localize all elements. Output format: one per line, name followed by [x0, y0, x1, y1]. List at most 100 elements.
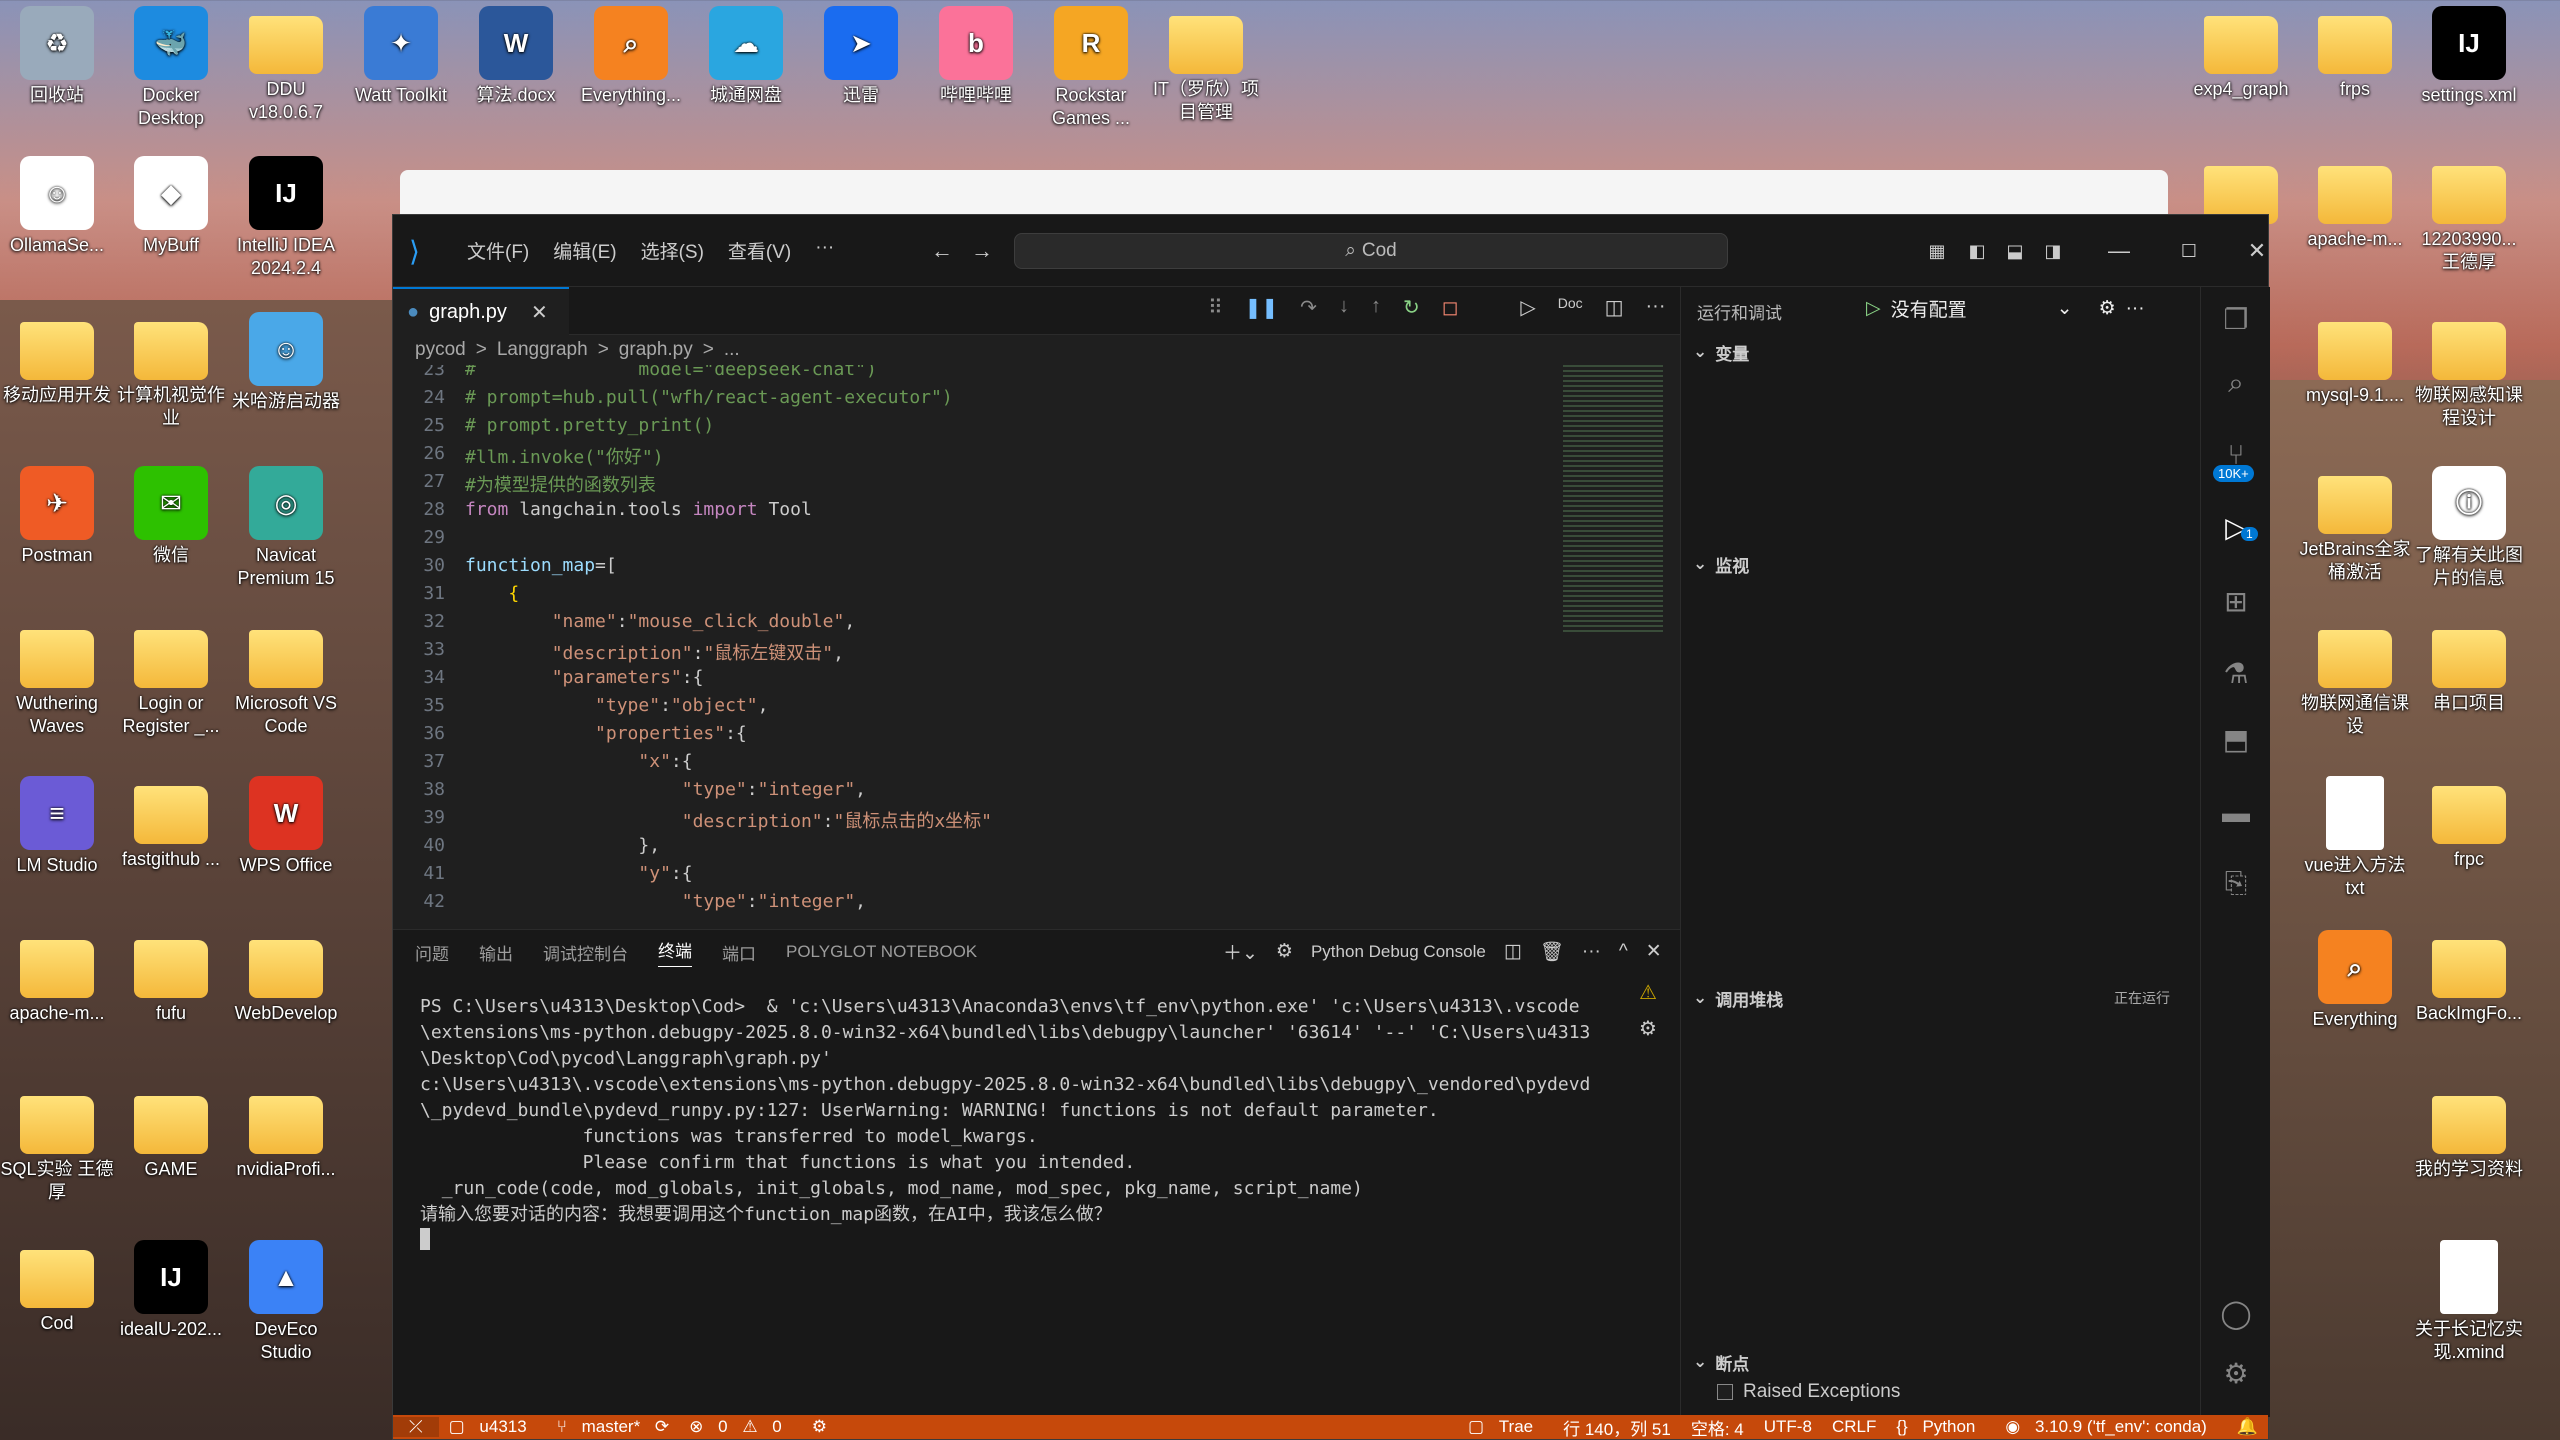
desktop-icon[interactable]: IJ IntelliJ IDEA 2024.2.4 — [229, 156, 343, 280]
copilot-icon[interactable]: ⎘ — [2218, 865, 2254, 901]
section-variables[interactable]: ⌄ 变量 — [1681, 337, 2200, 367]
panel-tab[interactable]: 输出 — [479, 940, 513, 965]
panel-tab[interactable]: 终端 — [658, 937, 692, 967]
code-line[interactable]: "name":"mouse_click_double", — [465, 611, 855, 632]
desktop-icon[interactable]: ⌕ Everything... — [574, 6, 688, 107]
desktop-icon[interactable]: ➤ 迅雷 — [804, 6, 918, 107]
split-editor-icon[interactable]: ◫ — [1605, 295, 1624, 320]
panel-tab[interactable]: 问题 — [415, 940, 449, 965]
desktop-icon[interactable]: W 算法.docx — [459, 6, 573, 107]
layout-icon[interactable]: ▦ — [1919, 233, 1955, 269]
desktop-icon[interactable]: Login or Register _... — [114, 620, 228, 738]
new-terminal-icon[interactable]: ＋⌄ — [1223, 938, 1258, 965]
panel-tab[interactable]: POLYGLOT NOTEBOOK — [786, 942, 977, 962]
desktop-icon[interactable]: ☺ OllamaSe... — [0, 156, 114, 257]
extensions-icon[interactable]: ⊞ — [2218, 583, 2254, 619]
status-interpreter[interactable]: ◉ 3.10.9 ('tf_env': conda) — [1995, 1417, 2226, 1437]
desktop-icon[interactable]: ⌕ Everything — [2298, 930, 2412, 1031]
code-line[interactable]: "description":"鼠标点击的x坐标" — [465, 807, 992, 833]
desktop-icon[interactable]: ✦ Watt Toolkit — [344, 6, 458, 107]
restart-icon[interactable]: ↻ — [1403, 295, 1420, 320]
code-line[interactable]: }, — [465, 835, 660, 856]
split-terminal-icon[interactable]: ◫ — [1504, 940, 1522, 963]
desktop-icon[interactable]: BackImgFo... — [2412, 930, 2526, 1025]
code-line[interactable]: # prompt.pretty_print() — [465, 415, 714, 436]
maximize-icon[interactable]: ☐ — [2171, 233, 2207, 269]
terminal-view-icon[interactable]: ▬ — [2218, 795, 2254, 831]
menu-item[interactable]: 选择(S) — [629, 237, 716, 264]
desktop-icon[interactable]: R Rockstar Games ... — [1034, 6, 1148, 130]
menu-item[interactable]: 文件(F) — [455, 237, 541, 264]
status-problems[interactable]: ⊗ 0 ⚠ 0 — [679, 1417, 802, 1437]
account-icon[interactable]: ◯ — [2218, 1295, 2254, 1331]
desktop-icon[interactable]: 移动应用开发 — [0, 312, 114, 407]
pause-icon[interactable]: ❚❚ — [1245, 295, 1279, 320]
desktop-icon[interactable]: fufu — [114, 930, 228, 1025]
desktop-icon[interactable]: ≡ LM Studio — [0, 776, 114, 877]
desktop-icon[interactable]: fastgithub ... — [114, 776, 228, 871]
desktop-icon[interactable]: 12203990... 王德厚 — [2412, 156, 2526, 274]
run-file-icon[interactable]: ▷ — [1520, 295, 1535, 320]
close-panel-icon[interactable]: ✕ — [1646, 940, 1662, 963]
status-user[interactable]: ▢ u4313 — [439, 1417, 547, 1437]
desktop-icon[interactable]: ▲ DevEco Studio — [229, 1240, 343, 1364]
code-line[interactable]: function_map=[ — [465, 555, 617, 576]
remote-explorer-icon[interactable]: ⬒ — [2218, 721, 2254, 757]
desktop-icon[interactable]: ✈ Postman — [0, 466, 114, 567]
desktop-icon[interactable]: b 哔哩哔哩 — [919, 6, 1033, 107]
status-debug-icon[interactable]: ⚙ — [802, 1417, 837, 1437]
section-watch[interactable]: ⌄ 监视 — [1681, 549, 2200, 579]
launch-config-select[interactable]: ▷ 没有配置 ⌄ ⚙ ··· — [1866, 295, 2145, 322]
notifications-icon[interactable]: 🔔 — [2227, 1417, 2268, 1437]
desktop-icon[interactable]: GAME — [114, 1086, 228, 1181]
manage-gear-icon[interactable]: ⚙ — [2218, 1355, 2254, 1391]
code-line[interactable]: from langchain.tools import Tool — [465, 499, 812, 520]
code-editor[interactable]: 23 # model="deepseek-chat") 24 # prompt=hub… — [393, 365, 1680, 929]
desktop-icon[interactable]: nvidiaProfi... — [229, 1086, 343, 1181]
code-line[interactable]: "y":{ — [465, 863, 692, 884]
more-actions-icon[interactable]: ··· — [1646, 295, 1666, 320]
more-icon[interactable]: ··· — [2126, 298, 2145, 320]
step-over-icon[interactable]: ↷ — [1300, 295, 1317, 320]
tab-close-icon[interactable]: ✕ — [531, 300, 548, 325]
code-line[interactable]: "type":"object", — [465, 695, 768, 716]
code-line[interactable]: # prompt=hub.pull("wfh/react-agent-execu… — [465, 387, 953, 408]
code-line[interactable]: { — [465, 583, 519, 604]
search-icon[interactable]: ⌕ — [2218, 365, 2254, 401]
desktop-icon[interactable]: IT（罗欣）项目管理 — [1149, 6, 1263, 124]
minimize-icon[interactable]: — — [2101, 233, 2137, 269]
remote-icon[interactable]: ⤫ — [393, 1417, 439, 1437]
close-icon[interactable]: ✕ — [2239, 233, 2275, 269]
menu-item[interactable]: 查看(V) — [716, 237, 803, 264]
command-center-search[interactable]: ⌕ Cod — [1014, 233, 1728, 269]
desktop-icon[interactable]: ⓘ 了解有关此图片的信息 — [2412, 466, 2526, 590]
code-line[interactable]: "parameters":{ — [465, 667, 704, 688]
desktop-icon[interactable]: ◎ Navicat Premium 15 — [229, 466, 343, 590]
desktop-icon[interactable]: exp4_graph — [2184, 6, 2298, 101]
desktop-icon[interactable]: 物联网感知课程设计 — [2412, 312, 2526, 430]
desktop-icon[interactable]: W WPS Office — [229, 776, 343, 877]
desktop-icon[interactable]: 我的学习资料 — [2412, 1086, 2526, 1181]
desktop-icon[interactable]: ✉ 微信 — [114, 466, 228, 567]
desktop-icon[interactable]: 关于长记忆实现.xmind — [2412, 1240, 2526, 1364]
chevron-down-icon[interactable]: ⌄ — [2057, 297, 2073, 320]
code-line[interactable]: #llm.invoke("你好") — [465, 443, 664, 469]
desktop-icon[interactable]: ☺ 米哈游启动器 — [229, 312, 343, 413]
trash-icon[interactable]: 🗑 — [1540, 940, 1564, 964]
status-branch[interactable]: ⑂ master* ⟳ — [547, 1417, 679, 1437]
desktop-icon[interactable]: apache-m... — [2298, 156, 2412, 251]
desktop-icon[interactable]: frps — [2298, 6, 2412, 101]
stop-icon[interactable]: ◻ — [1442, 295, 1459, 320]
toggle-panel-icon[interactable]: ⬓ — [1997, 233, 2033, 269]
toggle-sidebar-icon[interactable]: ◧ — [1959, 233, 1995, 269]
breadcrumb-item[interactable]: graph.py — [619, 339, 693, 361]
panel-tab[interactable]: 调试控制台 — [543, 940, 628, 965]
section-callstack[interactable]: ⌄ 调用堆栈 正在运行 — [1681, 983, 2200, 1013]
desktop-icon[interactable]: mysql-9.1.... — [2298, 312, 2412, 407]
status-encoding[interactable]: UTF-8 — [1754, 1417, 1822, 1437]
code-line[interactable]: "description":"鼠标左键双击", — [465, 639, 844, 665]
code-line[interactable]: # model="deepseek-chat") — [465, 365, 877, 380]
breadcrumb-item[interactable]: ... — [724, 339, 740, 361]
desktop-icon[interactable]: Wuthering Waves — [0, 620, 114, 738]
gear-icon[interactable]: ⚙ — [2099, 297, 2116, 320]
